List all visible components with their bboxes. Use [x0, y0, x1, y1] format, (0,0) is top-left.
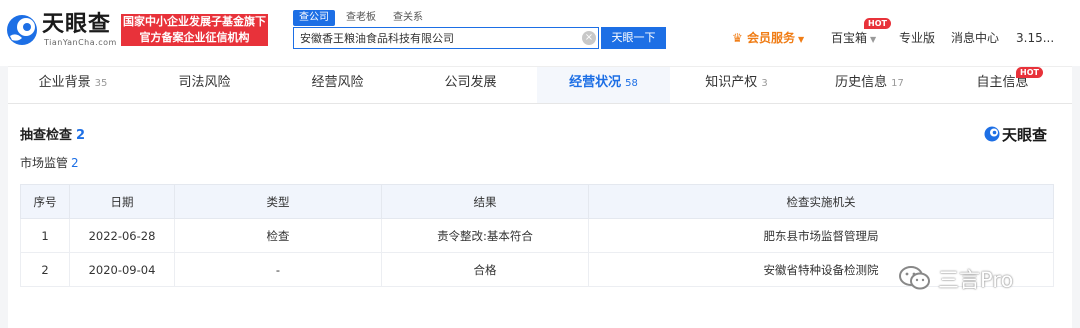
tab-intellectual-property[interactable]: 知识产权 3 [670, 67, 803, 103]
cell-authority: 肥东县市场监督管理局 [588, 218, 1054, 253]
spot-check-panel: 抽查检查 2 市场监管 2 天眼查 序号 日期 类型 结果 检查实施机关 1 202… [8, 104, 1072, 328]
table-row: 1 2022-06-28 检查 责令整改:基本符合 肥东县市场监督管理局 [20, 218, 1054, 253]
tab-judicial-risk[interactable]: 司法风险 [138, 67, 271, 103]
column-header[interactable]: 类型 [174, 184, 382, 219]
cell-date: 2020-09-04 [69, 252, 175, 287]
pro-version-link[interactable]: 专业版 [899, 28, 935, 48]
treasure-box-label: 百宝箱 [831, 31, 868, 45]
watermark: 三言Pro [898, 264, 1013, 294]
tab-count: 35 [94, 78, 108, 89]
watermark-text: 三言Pro [938, 268, 1014, 292]
tab-count: 3 [761, 78, 768, 89]
tab-label: 知识产权 [705, 75, 758, 90]
search-input[interactable]: 安徽香王粮油食品科技有限公司 [293, 27, 599, 49]
subsection-count: 2 [71, 156, 79, 170]
table-header-row: 序号 日期 类型 结果 检查实施机关 [20, 184, 1054, 219]
tab-count: 58 [625, 78, 638, 89]
tab-label: 经营风险 [311, 75, 364, 90]
logo-text: 天眼查 [42, 12, 112, 37]
vip-service-menu[interactable]: ♛ 会员服务 ▼ [732, 28, 804, 50]
column-header[interactable]: 序号 [20, 184, 70, 219]
search-button[interactable]: 天眼一下 [601, 27, 666, 49]
tianyancha-brand: 天眼查 [984, 124, 1047, 144]
message-center-link[interactable]: 消息中心 [951, 28, 999, 48]
cell-type: 检查 [174, 218, 382, 253]
cell-index: 1 [20, 218, 70, 253]
tianyancha-logo-icon [7, 15, 37, 45]
promo-line-1: 国家中小企业发展子基金旗下 [123, 15, 266, 28]
tab-label: 司法风险 [178, 75, 231, 90]
promo-banner[interactable]: 国家中小企业发展子基金旗下 官方备案企业征信机构 [121, 14, 268, 46]
tab-label: 公司发展 [444, 75, 497, 90]
subsection-title: 市场监管 2 [20, 154, 79, 171]
tab-label: 经营状况 [569, 75, 622, 90]
section-title-text: 抽查检查 [20, 128, 73, 143]
tianyancha-logo-icon [984, 126, 1000, 142]
vip-service-label: 会员服务 [746, 31, 795, 45]
tianyancha-logo[interactable]: 天眼查 TianYanCha.com [6, 12, 118, 48]
tab-history-info[interactable]: 历史信息 17 [803, 67, 936, 103]
hot-badge: HOT [1016, 67, 1043, 78]
cell-index: 2 [20, 252, 70, 287]
chevron-down-icon: ▼ [797, 35, 805, 44]
tab-search-company[interactable]: 查公司 [293, 10, 335, 26]
cell-result: 合格 [381, 252, 589, 287]
top-header: 天眼查 TianYanCha.com 国家中小企业发展子基金旗下 官方备案企业征… [0, 0, 1080, 66]
treasure-box-menu[interactable]: 百宝箱 ▼ [831, 28, 876, 50]
section-title: 抽查检查 2 [20, 124, 85, 143]
hot-badge: HOT [864, 18, 891, 29]
tab-company-development[interactable]: 公司发展 [404, 67, 537, 103]
column-header[interactable]: 检查实施机关 [588, 184, 1054, 219]
chevron-down-icon: ▼ [870, 35, 877, 44]
company-tabs: 企业背景 35 司法风险 经营风险 公司发展 经营状况 58 知识产权 3 历史信息 1… [8, 66, 1072, 104]
clear-icon[interactable]: × [582, 31, 596, 45]
promo-line-2: 官方备案企业征信机构 [139, 31, 250, 44]
subsection-title-text: 市场监管 [20, 156, 69, 170]
cell-date: 2022-06-28 [69, 218, 175, 253]
logo-domain: TianYanCha.com [44, 38, 117, 47]
tab-search-boss[interactable]: 查老板 [346, 10, 376, 26]
tab-operating-status[interactable]: 经营状况 58 [537, 67, 670, 103]
cell-result: 责令整改:基本符合 [381, 218, 589, 253]
tab-operating-risk[interactable]: 经营风险 [271, 67, 404, 103]
wechat-icon [899, 266, 930, 290]
section-count: 2 [76, 128, 86, 143]
tab-search-relation[interactable]: 查关系 [393, 10, 423, 26]
tab-self-info[interactable]: 自主信息 [936, 67, 1069, 103]
brand-text: 天眼查 [1002, 126, 1048, 144]
user-menu[interactable]: 3.15... [1016, 28, 1054, 48]
cell-type: - [174, 252, 382, 287]
column-header[interactable]: 结果 [381, 184, 589, 219]
tab-label: 企业背景 [38, 75, 91, 90]
tab-company-background[interactable]: 企业背景 35 [8, 67, 138, 103]
tab-count: 17 [891, 78, 904, 89]
tab-label: 历史信息 [835, 75, 888, 90]
column-header[interactable]: 日期 [69, 184, 175, 219]
crown-icon: ♛ [732, 31, 743, 45]
